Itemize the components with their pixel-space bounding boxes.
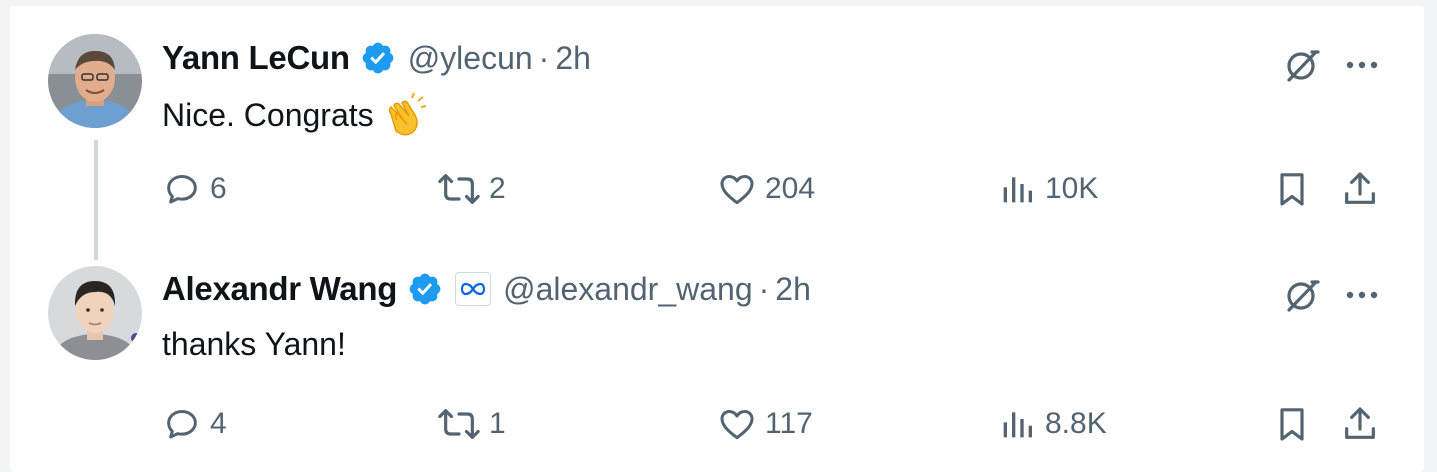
- timestamp[interactable]: 2h: [555, 40, 591, 77]
- reply-icon: [167, 410, 197, 439]
- grok-icon[interactable]: [1282, 274, 1324, 316]
- view-count: 8.8K: [1045, 407, 1107, 440]
- author-handle[interactable]: @alexandr_wang: [503, 271, 753, 308]
- reply-count: 4: [210, 407, 227, 440]
- reply-button[interactable]: 6: [162, 164, 227, 214]
- more-options-icon[interactable]: [1342, 275, 1382, 315]
- bookmark-icon: [1280, 408, 1304, 441]
- separator-dot: ·: [538, 39, 550, 76]
- tweet-text: thanks Yann!: [162, 322, 346, 366]
- tweet-text-content: Nice. Congrats: [162, 96, 374, 133]
- analytics-icon: [1003, 177, 1032, 203]
- repost-icon: [438, 174, 480, 204]
- bookmark-button[interactable]: [1272, 164, 1312, 214]
- heart-icon: [720, 175, 754, 205]
- share-icon: [1345, 407, 1375, 439]
- reply-icon: [167, 175, 197, 204]
- reply-thread-card: Yann LeCun @ylecun · 2h Nice. Congrats 6…: [10, 6, 1424, 472]
- like-button[interactable]: 117: [717, 399, 813, 449]
- tweet-actions-bar: 4 1 117 8.8K: [162, 399, 1392, 449]
- avatar[interactable]: [48, 34, 142, 128]
- meta-infinity-icon: [460, 282, 486, 296]
- bookmark-icon: [1280, 173, 1304, 206]
- reply-button[interactable]: 4: [162, 399, 227, 449]
- share-icon: [1345, 172, 1375, 204]
- repost-icon: [438, 409, 480, 439]
- share-button[interactable]: [1340, 164, 1380, 214]
- analytics-icon: [1003, 412, 1032, 438]
- affiliation-badge[interactable]: [455, 272, 492, 306]
- tweet-top-actions: [1282, 274, 1382, 316]
- timestamp[interactable]: 2h: [775, 271, 811, 308]
- share-button[interactable]: [1340, 399, 1380, 449]
- repost-button[interactable]: 2: [437, 164, 506, 214]
- verified-badge-icon[interactable]: [360, 40, 396, 76]
- tweet-text-content: thanks Yann!: [162, 325, 346, 362]
- tweet-header: Yann LeCun @ylecun · 2h: [162, 38, 591, 78]
- repost-count: 1: [489, 407, 506, 440]
- author-handle[interactable]: @ylecun: [408, 40, 533, 77]
- repost-button[interactable]: 1: [437, 399, 506, 449]
- repost-count: 2: [489, 172, 506, 205]
- author-name[interactable]: Yann LeCun: [162, 39, 350, 77]
- view-count: 10K: [1045, 172, 1099, 205]
- avatar[interactable]: [48, 266, 142, 360]
- author-name[interactable]: Alexandr Wang: [162, 270, 397, 308]
- tweet-actions-bar: 6 2 204 10K: [162, 164, 1392, 214]
- like-count: 117: [765, 407, 813, 440]
- grok-icon[interactable]: [1282, 44, 1324, 86]
- thread-connector-line: [94, 140, 98, 260]
- more-options-icon[interactable]: [1342, 45, 1382, 85]
- bookmark-button[interactable]: [1272, 399, 1312, 449]
- views-button[interactable]: 10K: [997, 164, 1098, 214]
- tweet-top-actions: [1282, 44, 1382, 86]
- separator-dot: ·: [758, 270, 770, 307]
- verified-badge-icon[interactable]: [407, 271, 443, 307]
- like-count: 204: [765, 172, 816, 205]
- tweet-text: Nice. Congrats: [162, 90, 428, 140]
- heart-icon: [720, 410, 754, 440]
- tweet-header: Alexandr Wang @alexandr_wang · 2h: [162, 269, 811, 309]
- reply-count: 6: [210, 172, 227, 205]
- clapping-hands-icon: [388, 92, 426, 136]
- like-button[interactable]: 204: [717, 164, 815, 214]
- views-button[interactable]: 8.8K: [997, 399, 1107, 449]
